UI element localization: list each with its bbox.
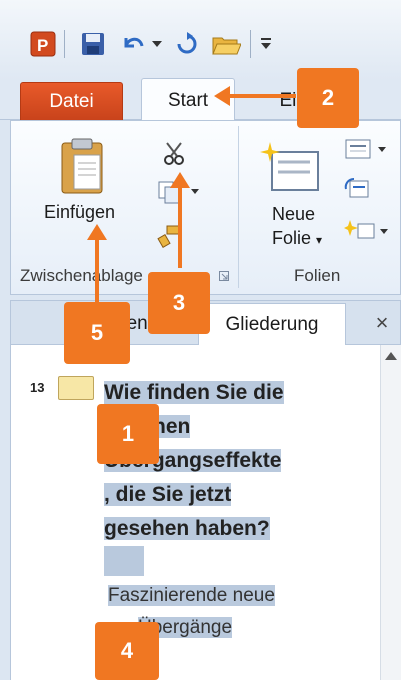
callout-4: 4 xyxy=(95,622,159,680)
callout-1: 1 xyxy=(97,404,159,464)
arrow-5-head xyxy=(87,224,107,240)
callout-5: 5 xyxy=(64,302,130,364)
callout-2: 2 xyxy=(297,68,359,128)
arrow-2-head xyxy=(214,86,230,106)
callout-3: 3 xyxy=(148,272,210,334)
arrow-3-head xyxy=(170,172,190,188)
